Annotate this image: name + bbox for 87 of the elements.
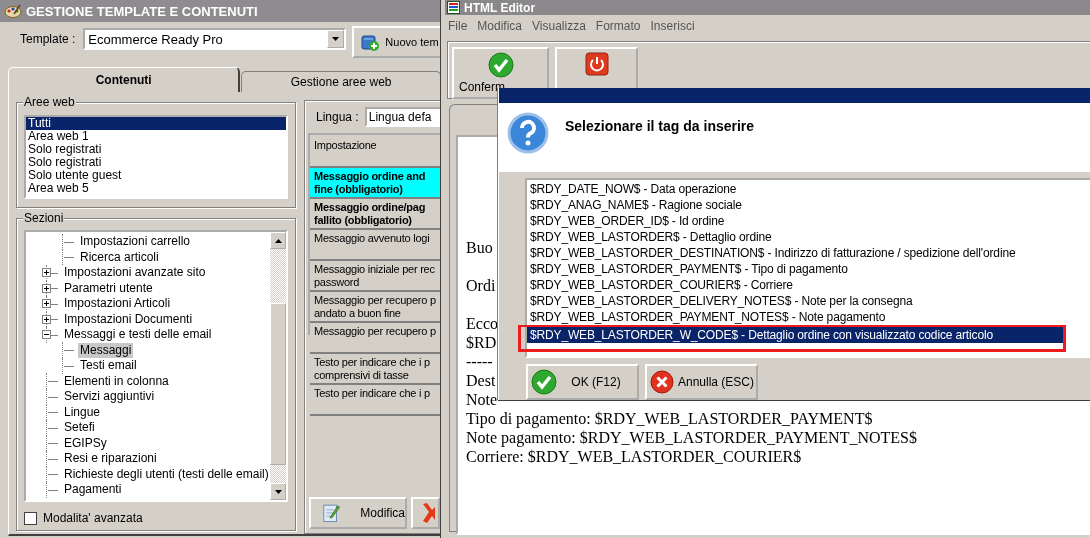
question-icon xyxy=(507,112,549,154)
list-item[interactable]: $RDY_DATE_NOW$ - Data operazione xyxy=(527,181,1090,197)
list-item[interactable]: $RDY_WEB_LASTORDER_DELIVERY_NOTES$ - Note per la consegna xyxy=(527,293,1090,309)
scrollbar[interactable] xyxy=(270,232,286,500)
menu-item[interactable]: Modifica xyxy=(477,19,523,33)
document-line: Ecco xyxy=(466,314,498,333)
expand-icon[interactable] xyxy=(42,268,51,278)
list-item[interactable]: $RDY_ANAG_NAME$ - Ragione sociale xyxy=(527,197,1090,213)
list-item[interactable]: $RDY_WEB_LASTORDER_PAYMENT$ - Tipo di pagamento xyxy=(527,261,1090,277)
tree-item[interactable]: Richieste degli utenti (testi delle email) xyxy=(62,466,270,482)
template-label: Template : xyxy=(20,32,76,46)
app-icon xyxy=(447,1,460,14)
power-icon xyxy=(584,52,609,76)
expand-icon[interactable] xyxy=(42,314,51,324)
list-item[interactable]: $RDY_WEB_LASTORDER$ - Dettaglio ordine xyxy=(527,229,1090,245)
list-item[interactable]: Solo registrati xyxy=(26,143,286,156)
tree-item[interactable]: Impostazioni carrello xyxy=(78,234,193,250)
list-item[interactable]: Area web 5 xyxy=(26,182,286,195)
menu-item[interactable]: Formato xyxy=(595,19,641,33)
tree-item[interactable]: EGIPSy xyxy=(62,435,109,451)
list-item[interactable]: $RDY_WEB_LASTORDER_COURIER$ - Corriere xyxy=(527,277,1090,293)
scroll-up-icon[interactable] xyxy=(274,238,282,243)
cross-icon xyxy=(421,501,435,525)
tree-item[interactable]: Impostazioni Documenti xyxy=(62,311,195,327)
document-line: Buo xyxy=(466,238,493,257)
tree-item[interactable]: Servizi aggiuntivi xyxy=(62,389,157,405)
tree-item[interactable]: Testi email xyxy=(78,358,139,374)
check-icon xyxy=(531,369,557,395)
check-icon xyxy=(487,52,514,78)
list-item[interactable]: $RDY_WEB_LASTORDER_DESTINATION$ - Indirizzo di fatturazione / spedizione dell'ordine xyxy=(527,245,1090,261)
checkbox-label: Modalita' avanzata xyxy=(43,511,143,525)
list-item[interactable]: $RDY_WEB_LASTORDER_W_CODE$ - Dettaglio ordine con visualizzato codice articolo xyxy=(527,327,1063,343)
cancel-button[interactable]: Annulla (ESC) xyxy=(645,364,758,400)
list-item[interactable]: Solo registrati xyxy=(26,156,286,169)
cancel-icon xyxy=(650,370,674,394)
document-line: $RD xyxy=(466,333,497,352)
tree-item[interactable]: Messaggi e testi delle email xyxy=(62,327,214,343)
expand-icon[interactable] xyxy=(42,283,51,293)
list-item[interactable]: $RDY_WEB_ORDER_ID$ - Id ordine xyxy=(527,213,1090,229)
tree-item[interactable]: Lingue xyxy=(62,404,103,420)
document-line: Note pagamento: $RDY_WEB_LASTORDER_PAYMENT_NOTES$ xyxy=(466,428,917,447)
checkbox[interactable] xyxy=(24,511,37,525)
tree-item[interactable]: Elementi in colonna xyxy=(62,373,171,389)
caret-icon xyxy=(332,37,340,41)
language-dropdown[interactable]: Lingua defa xyxy=(364,107,440,127)
tab[interactable]: Contenuti xyxy=(8,67,241,92)
list-item[interactable]: $RDY_WEB_LASTORDER_PAYMENT_NOTES$ - Note pagamento xyxy=(527,309,1090,325)
tree-item[interactable]: Resi e riparazioni xyxy=(62,451,159,467)
table-cell[interactable]: Messaggio ordine and fine (obbligatorio) xyxy=(310,168,440,199)
document-line: Ordi xyxy=(466,276,496,295)
expand-icon[interactable] xyxy=(42,299,51,309)
palette-icon xyxy=(4,4,22,18)
tree-item[interactable]: Impostazioni avanzate sito xyxy=(62,265,208,281)
edit-button[interactable]: Modifica xyxy=(309,497,407,529)
ok-button[interactable]: OK (F12) xyxy=(526,364,639,400)
group-label: Aree web xyxy=(23,95,76,109)
document-line: Corriere: $RDY_WEB_LASTORDER_COURIER$ xyxy=(466,447,802,466)
list-item[interactable]: Solo utente guest xyxy=(26,169,286,182)
list-item[interactable]: Tutti xyxy=(26,117,286,130)
tab[interactable]: Gestione aree web xyxy=(241,71,441,92)
document-line: Note xyxy=(466,390,498,409)
window-title: GESTIONE TEMPLATE E CONTENUTI xyxy=(26,3,258,19)
group-label: Sezioni xyxy=(23,211,65,225)
menu-item[interactable]: File xyxy=(448,19,468,33)
tree-item[interactable]: Pagamenti xyxy=(62,482,124,498)
tree-item[interactable]: Messaggi xyxy=(78,342,134,358)
confirm-button[interactable]: Conferm xyxy=(452,47,549,99)
web-area-list[interactable]: Tutti Area web 1 Solo registrati Solo registrati Solo utente guest Area web 5 xyxy=(24,115,288,199)
tree-item[interactable]: Setefi xyxy=(62,420,97,436)
list-item[interactable]: Area web 1 xyxy=(26,130,286,143)
menu-item[interactable]: Visualizza xyxy=(532,19,586,33)
delete-button[interactable] xyxy=(411,497,440,529)
document-line: ----- xyxy=(466,352,493,371)
add-icon xyxy=(360,32,381,52)
tree-item[interactable]: Parametri utente xyxy=(62,280,155,296)
window-title: HTML Editor xyxy=(464,0,536,15)
collapse-icon[interactable] xyxy=(42,330,51,340)
scroll-down-icon[interactable] xyxy=(274,489,282,494)
new-template-button[interactable]: Nuovo tem xyxy=(352,26,441,58)
document-line: Tipo di pagamento: $RDY_WEB_LASTORDER_PAYMENT$ xyxy=(466,409,873,428)
template-dropdown[interactable]: Ecommerce Ready Pro xyxy=(83,28,347,50)
tree-item[interactable]: Ricerca articoli xyxy=(78,249,161,265)
language-label: Lingua : xyxy=(316,110,359,124)
document-line: Dest xyxy=(466,371,496,390)
menu-item[interactable]: Inserisci xyxy=(650,19,695,33)
tree-item[interactable]: Impostazioni Articoli xyxy=(62,296,173,312)
dialog-prompt: Selezionare il tag da inserire xyxy=(565,118,755,136)
